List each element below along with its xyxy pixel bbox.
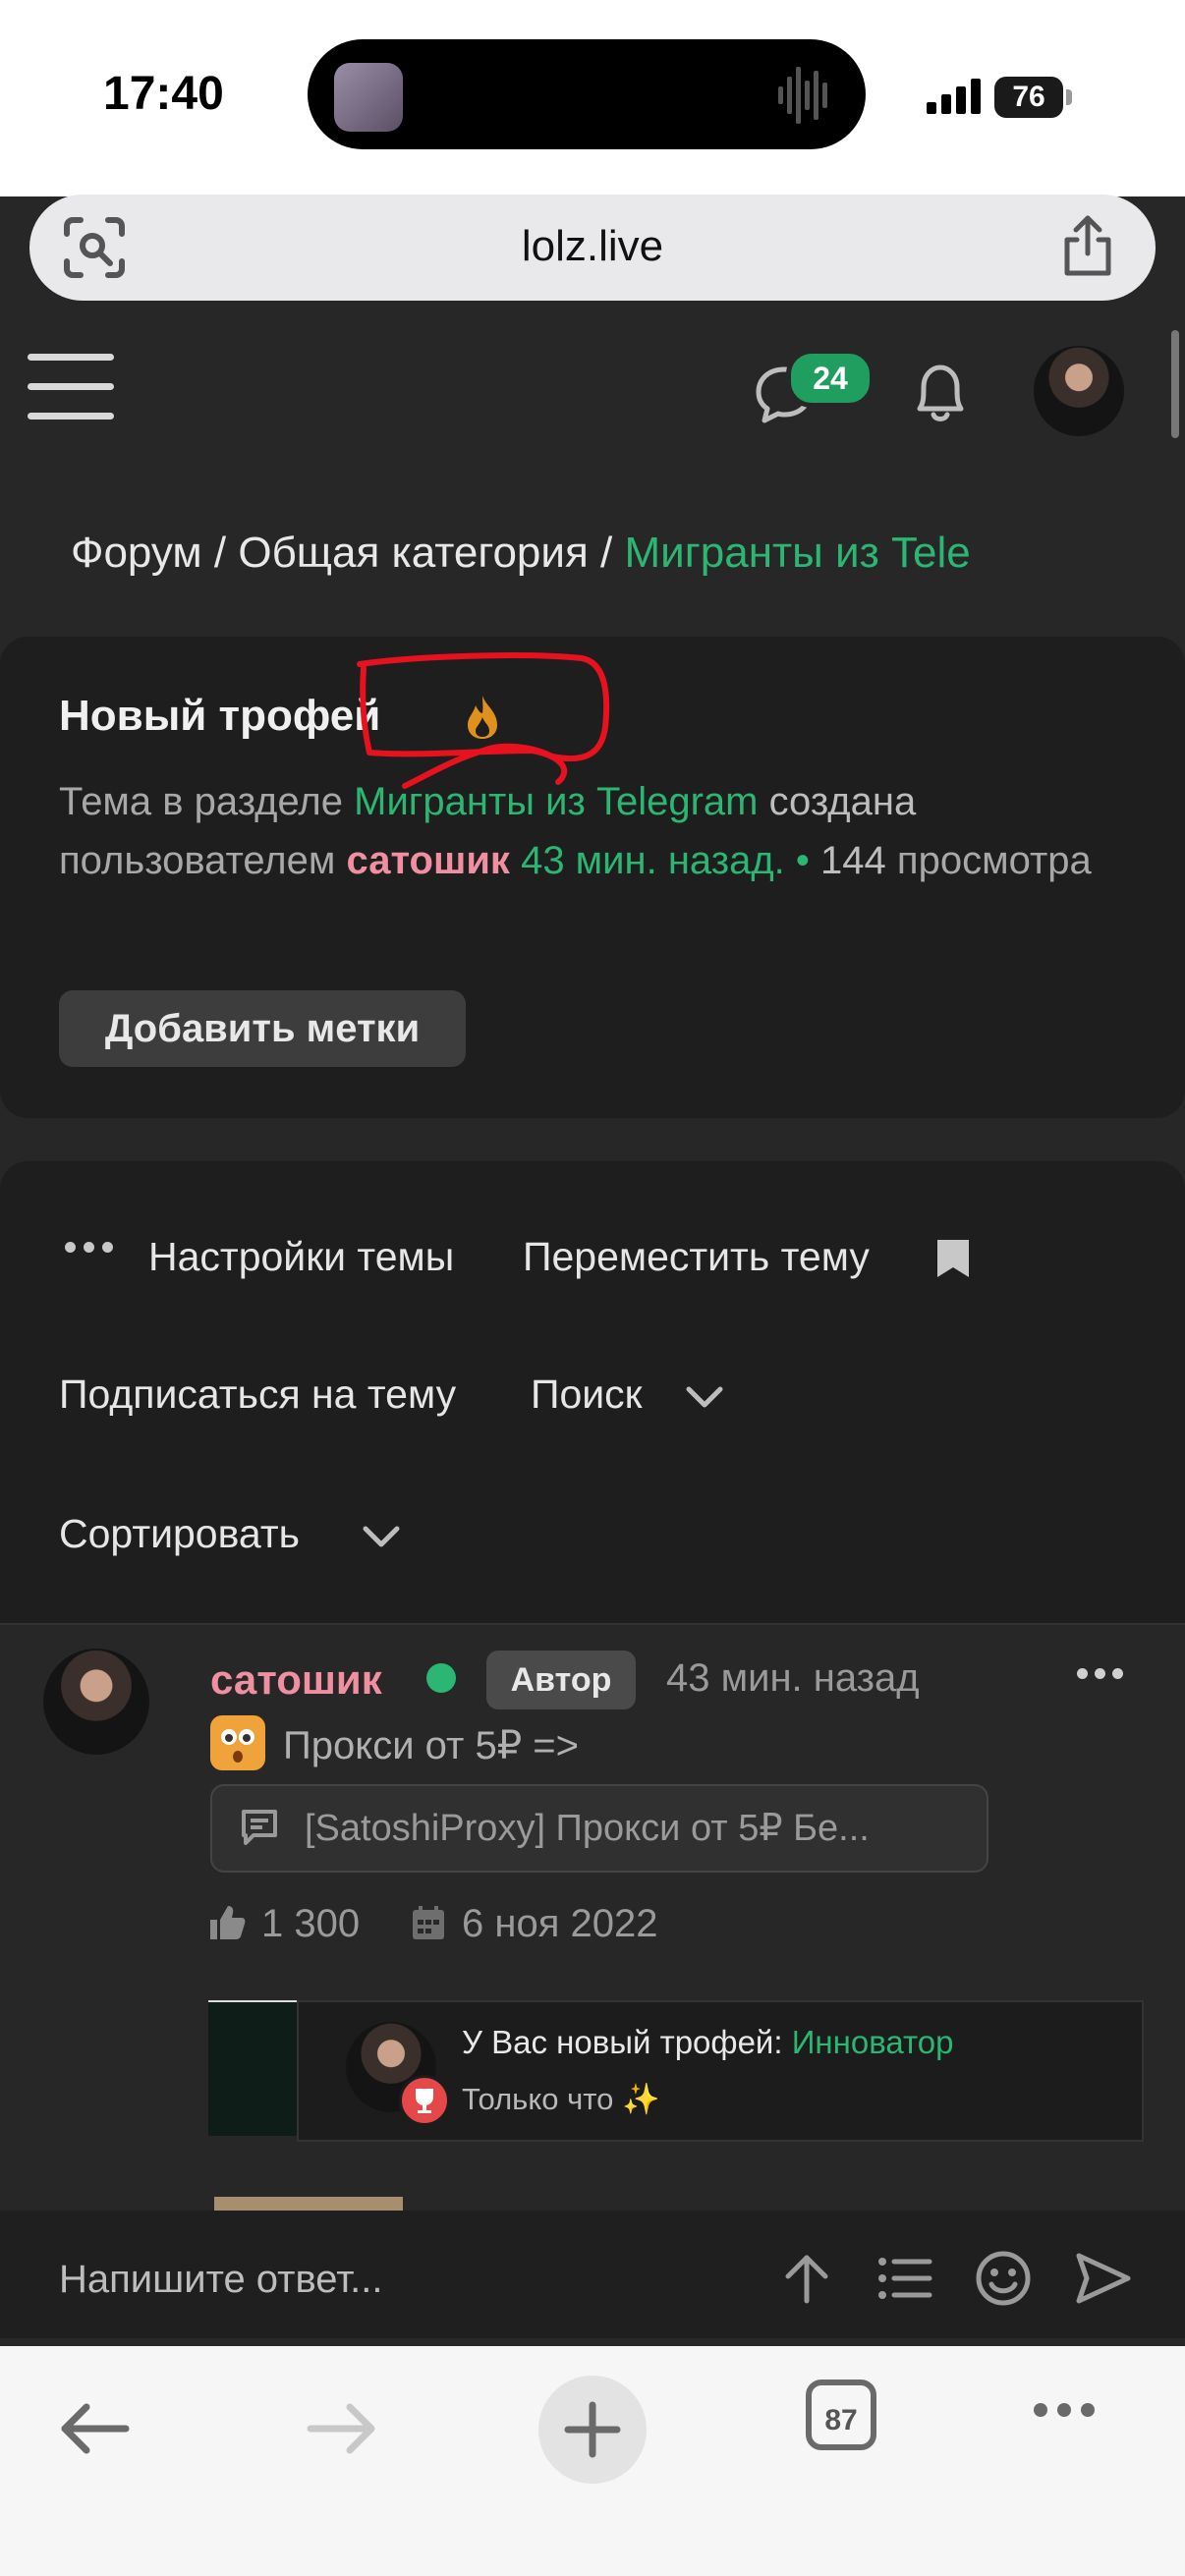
trophy-icon — [399, 2075, 450, 2126]
breadcrumb-category[interactable]: Общая категория — [238, 529, 588, 577]
add-tags-button[interactable]: Добавить метки — [59, 990, 466, 1067]
breadcrumb: Форум / Общая категория / Мигранты из Te… — [71, 529, 1132, 578]
sort-button[interactable]: Сортировать — [59, 1511, 300, 1557]
author-badge: Автор — [486, 1651, 636, 1709]
share-icon[interactable] — [1059, 214, 1116, 277]
chevron-down-icon[interactable] — [685, 1385, 724, 1409]
desc-bullet: • — [795, 839, 810, 882]
notification-time-text: Только что — [462, 2082, 614, 2116]
bell-icon[interactable] — [908, 358, 973, 428]
breadcrumb-forum[interactable]: Форум — [71, 529, 202, 577]
desc-views-count: 144 — [820, 839, 886, 882]
post-author-avatar[interactable] — [43, 1649, 149, 1755]
calendar-icon — [413, 1906, 444, 1939]
desc-created-time: 43 мин. назад. — [521, 839, 785, 882]
post-author-name[interactable]: сатошик — [210, 1656, 382, 1704]
more-dots-icon[interactable] — [65, 1240, 121, 1258]
notification-time: Только что ✨ — [462, 2081, 660, 2117]
subscribe-thread-button[interactable]: Подписаться на тему — [59, 1372, 456, 1418]
smiley-icon[interactable] — [975, 2250, 1032, 2307]
thread-title: Новый трофей — [59, 692, 381, 740]
post-image-thumbnail[interactable] — [208, 2000, 297, 2136]
breadcrumb-section[interactable]: Мигранты из Tele — [625, 529, 971, 577]
desc-prefix: Тема в разделе — [59, 780, 344, 823]
move-thread-button[interactable]: Переместить тему — [523, 1234, 870, 1280]
scrollbar[interactable] — [1171, 330, 1179, 438]
link-preview-text[interactable]: [SatoshiProxy] Прокси от 5₽ Бе... — [305, 1806, 870, 1850]
user-avatar[interactable] — [1034, 346, 1124, 436]
search-button[interactable]: Поиск — [531, 1372, 643, 1418]
message-icon — [242, 1810, 277, 1845]
bookmark-icon[interactable] — [935, 1238, 971, 1279]
status-time: 17:40 — [103, 68, 224, 120]
thread-settings-button[interactable]: Настройки темы — [148, 1234, 454, 1280]
scroll-up-icon[interactable] — [778, 2250, 835, 2307]
desc-created: создана — [768, 780, 917, 823]
url-text[interactable]: lolz.live — [0, 222, 1185, 271]
likes-count: 1 300 — [261, 1902, 361, 1945]
forward-arrow-icon[interactable] — [303, 2399, 381, 2458]
post-time[interactable]: 43 мин. назад — [666, 1656, 920, 1701]
notification-title: У Вас новый трофей: Инноватор — [462, 2024, 953, 2061]
new-tab-plus-icon[interactable] — [538, 2376, 647, 2484]
sparkle-icon: ✨ — [621, 2082, 660, 2116]
list-icon[interactable] — [876, 2250, 933, 2307]
send-icon[interactable] — [1075, 2250, 1132, 2307]
breadcrumb-separator: / — [213, 529, 227, 577]
audio-wave-icon — [778, 67, 827, 124]
astonished-emoji-icon — [210, 1715, 265, 1770]
island-app-icon — [334, 63, 403, 132]
post-more-icon[interactable] — [1077, 1666, 1130, 1684]
post-date: 6 ноя 2022 — [462, 1902, 658, 1945]
red-annotation-mark — [357, 652, 610, 789]
post-image-edge — [214, 2197, 403, 2211]
reply-input[interactable]: Напишите ответ... — [59, 2258, 382, 2302]
notification-prefix: У Вас новый трофей: — [462, 2024, 783, 2060]
tabs-count-button[interactable]: 87 — [806, 2380, 876, 2450]
breadcrumb-separator: / — [600, 529, 613, 577]
battery-cap — [1066, 89, 1072, 105]
desc-by: пользователем — [59, 839, 336, 882]
menu-icon[interactable] — [28, 354, 114, 424]
thumbs-up-icon — [210, 1906, 246, 1939]
messages-count-badge[interactable]: 24 — [786, 349, 875, 408]
desc-views-label: просмотра — [896, 839, 1092, 882]
signal-icon — [927, 79, 981, 114]
online-status-dot — [426, 1663, 456, 1693]
browser-more-icon[interactable] — [1034, 2403, 1104, 2422]
back-arrow-icon[interactable] — [55, 2399, 134, 2458]
post-title: Прокси от 5₽ => — [283, 1724, 579, 1767]
chevron-down-icon[interactable] — [362, 1525, 401, 1548]
desc-author-link[interactable]: сатошик — [347, 839, 510, 882]
trophy-name-link[interactable]: Инноватор — [792, 2024, 954, 2060]
battery-indicator: 76 — [994, 77, 1063, 118]
